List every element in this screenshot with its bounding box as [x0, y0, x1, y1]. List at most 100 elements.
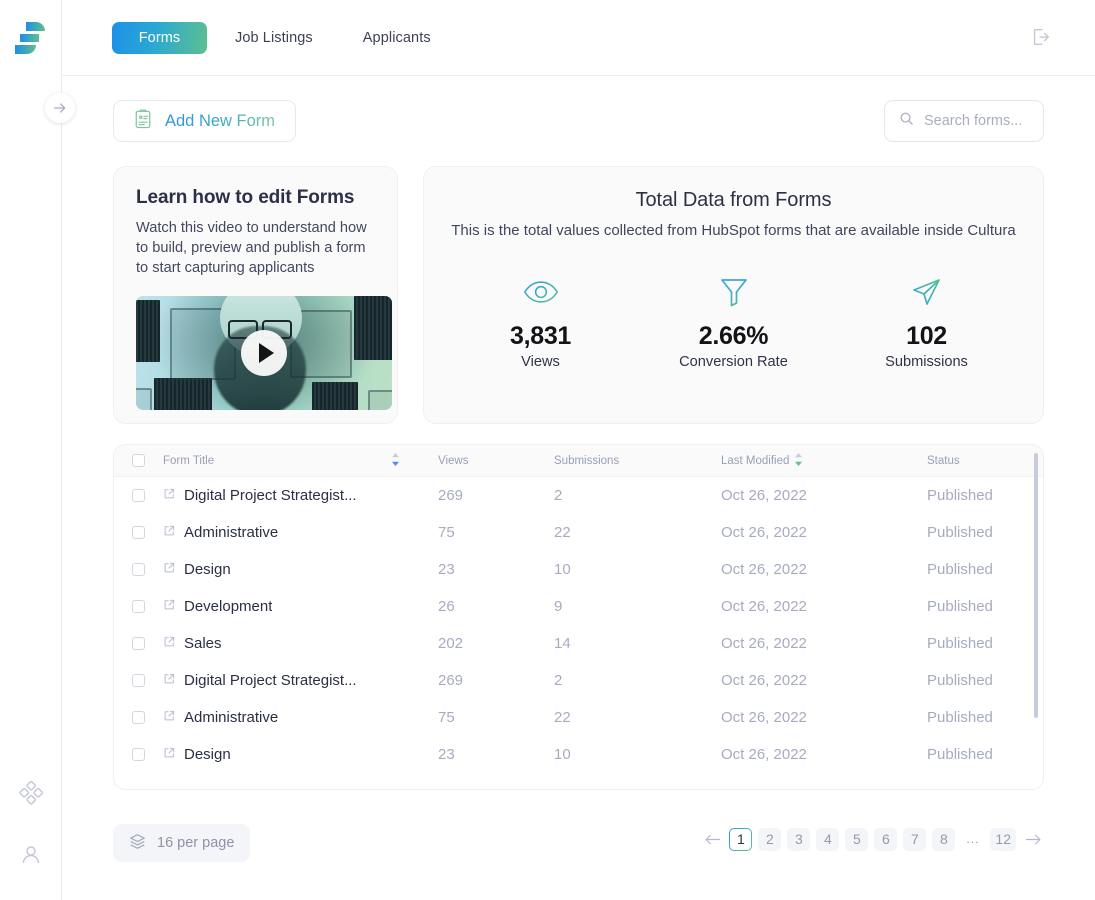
tab-applicants[interactable]: Applicants [341, 22, 453, 54]
pagination-ellipsis: ... [966, 832, 980, 846]
forms-page: Forms Job Listings Applicants Add New Fo… [0, 0, 1095, 900]
pagination-page-4[interactable]: 4 [816, 827, 840, 851]
row-title-cell[interactable]: Administrative [163, 709, 438, 726]
pagination-page-8[interactable]: 8 [932, 827, 956, 851]
cultura-bars-logo-icon[interactable] [11, 16, 51, 60]
row-title-cell[interactable]: Sales [163, 635, 438, 652]
row-last-modified: Oct 26, 2022 [721, 746, 807, 763]
pagination-page-1[interactable]: 1 [729, 828, 752, 851]
row-title-cell[interactable]: Design [163, 746, 438, 763]
tab-forms[interactable]: Forms [112, 21, 207, 54]
row-checkbox[interactable] [132, 637, 145, 650]
external-link-icon[interactable] [163, 487, 175, 504]
pagination-page-5[interactable]: 5 [845, 827, 869, 851]
row-last-modified: Oct 26, 2022 [721, 561, 807, 578]
row-views: 269 [438, 672, 464, 689]
external-link-icon[interactable] [163, 524, 175, 541]
user-icon[interactable] [14, 838, 48, 872]
kpi-submissions: 102 Submissions [830, 275, 1023, 370]
row-views: 75 [438, 709, 455, 726]
pagination-prev-button[interactable] [701, 826, 723, 852]
row-views: 26 [438, 598, 455, 615]
main-nav-tabs: Forms Job Listings Applicants [112, 21, 453, 54]
row-submissions: 10 [554, 561, 571, 578]
pagination-page-3[interactable]: 3 [787, 827, 811, 851]
learn-card-title: Learn how to edit Forms [136, 187, 355, 208]
column-form-title[interactable]: Form Title [163, 452, 438, 469]
external-link-icon[interactable] [163, 709, 175, 726]
external-link-icon[interactable] [163, 635, 175, 652]
tutorial-video-thumbnail[interactable] [136, 296, 392, 410]
row-views: 23 [438, 561, 455, 578]
external-link-icon[interactable] [163, 598, 175, 615]
row-title: Sales [184, 635, 222, 652]
pagination-page-2[interactable]: 2 [758, 827, 782, 851]
row-checkbox[interactable] [132, 674, 145, 687]
row-views: 202 [438, 635, 464, 652]
add-new-form-button[interactable]: Add New Form [113, 100, 297, 142]
row-checkbox[interactable] [132, 748, 145, 761]
table-row[interactable]: Sales 202 14 Oct 26, 2022 Published [114, 625, 1043, 662]
pagination-page-7[interactable]: 7 [903, 827, 927, 851]
send-icon [912, 275, 942, 309]
row-title-cell[interactable]: Administrative [163, 524, 438, 541]
sort-icon-last-modified[interactable] [794, 452, 803, 469]
row-title-cell[interactable]: Design [163, 561, 438, 578]
apps-grid-icon[interactable] [14, 776, 48, 810]
external-link-icon[interactable] [163, 561, 175, 578]
row-status: Published [927, 746, 993, 763]
column-views-label: Views [438, 454, 469, 467]
column-views: Views [438, 455, 554, 467]
row-checkbox-cell [114, 526, 163, 539]
main-content: Add New Form Learn how to edit Forms Wat… [62, 76, 1095, 900]
column-last-modified[interactable]: Last Modified [721, 452, 927, 469]
row-title: Design [184, 746, 231, 763]
table-row[interactable]: Digital Project Strategist... 269 2 Oct 26,… [114, 662, 1043, 699]
add-new-form-label: Add New Form [165, 111, 276, 130]
per-page-selector[interactable]: 16 per page [113, 824, 251, 862]
expand-sidebar-button[interactable] [45, 93, 75, 123]
eye-icon [523, 275, 559, 309]
row-checkbox[interactable] [132, 711, 145, 724]
select-all-checkbox[interactable] [132, 454, 145, 467]
search-input[interactable] [924, 113, 1034, 129]
row-last-modified: Oct 26, 2022 [721, 598, 807, 615]
row-checkbox-cell [114, 711, 163, 724]
table-row[interactable]: Administrative 75 22 Oct 26, 2022 Published [114, 699, 1043, 736]
select-all-checkbox-cell [114, 454, 163, 467]
table-row[interactable]: Administrative 75 22 Oct 26, 2022 Published [114, 514, 1043, 551]
row-submissions: 2 [554, 672, 563, 689]
search-forms-box[interactable] [884, 100, 1044, 142]
table-row[interactable]: Development 26 9 Oct 26, 2022 Published [114, 588, 1043, 625]
row-title-cell[interactable]: Digital Project Strategist... [163, 487, 438, 504]
row-checkbox[interactable] [132, 526, 145, 539]
pagination-next-button[interactable] [1022, 826, 1044, 852]
column-submissions: Submissions [554, 455, 721, 467]
row-checkbox[interactable] [132, 600, 145, 613]
sort-icon-form-title[interactable] [391, 452, 400, 469]
row-submissions: 14 [554, 635, 571, 652]
row-title-cell[interactable]: Development [163, 598, 438, 615]
row-last-modified: Oct 26, 2022 [721, 672, 807, 689]
logout-icon[interactable] [1029, 26, 1055, 50]
row-last-modified: Oct 26, 2022 [721, 635, 807, 652]
kpi-row: 3,831 Views 2.66% Conversion Rate 102 Su… [444, 275, 1023, 370]
table-row[interactable]: Digital Project Strategist... 269 2 Oct 26,… [114, 477, 1043, 514]
table-scrollbar[interactable] [1034, 453, 1038, 718]
row-checkbox[interactable] [132, 563, 145, 576]
tab-job-listings[interactable]: Job Listings [213, 22, 335, 54]
kpi-conversion-value: 2.66% [698, 322, 769, 350]
row-title-cell[interactable]: Digital Project Strategist... [163, 672, 438, 689]
table-row[interactable]: Design 23 10 Oct 26, 2022 Published [114, 736, 1043, 773]
row-last-modified: Oct 26, 2022 [721, 709, 807, 726]
table-header-row: Form Title Views Submissions Last Modifi… [114, 445, 1043, 477]
play-icon[interactable] [241, 330, 287, 376]
table-row[interactable]: Design 23 10 Oct 26, 2022 Published [114, 551, 1043, 588]
pagination-page-12[interactable]: 12 [990, 827, 1016, 851]
column-form-title-label: Form Title [163, 454, 215, 467]
kpi-conversion-caption: Conversion Rate [679, 354, 788, 370]
external-link-icon[interactable] [163, 672, 175, 689]
pagination-page-6[interactable]: 6 [874, 827, 898, 851]
row-checkbox[interactable] [132, 489, 145, 502]
external-link-icon[interactable] [163, 746, 175, 763]
